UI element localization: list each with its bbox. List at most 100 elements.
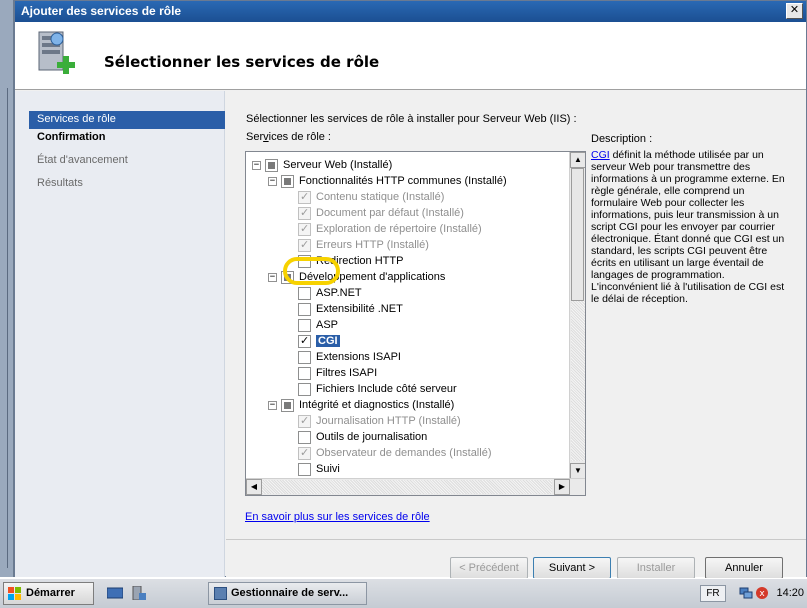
service-checkbox[interactable]: [298, 350, 311, 364]
task-label: Gestionnaire de serv...: [231, 587, 349, 599]
cancel-button[interactable]: Annuler: [705, 557, 783, 579]
tree-item[interactable]: CGI: [298, 333, 340, 349]
tree-item[interactable]: Outils de journalisation: [298, 429, 427, 445]
security-alert-icon[interactable]: x: [755, 586, 769, 600]
scroll-thumb[interactable]: [571, 168, 584, 301]
footer-separator: [226, 539, 806, 540]
nav-item-confirmation[interactable]: Confirmation: [15, 129, 225, 147]
service-checkbox[interactable]: [298, 382, 311, 396]
collapse-toggle[interactable]: −: [268, 400, 277, 410]
tree-item-label: CGI: [316, 335, 340, 347]
show-desktop-icon[interactable]: [107, 586, 123, 600]
scroll-up-button[interactable]: ▲: [570, 152, 585, 168]
desktop-strip: [0, 0, 14, 577]
tree-item-label: Outils de journalisation: [316, 431, 428, 443]
service-checkbox[interactable]: [298, 254, 311, 268]
collapse-toggle[interactable]: −: [252, 160, 261, 170]
tree-item[interactable]: Contenu statique (Installé): [298, 189, 444, 205]
start-button[interactable]: Démarrer: [3, 582, 94, 605]
service-checkbox[interactable]: [281, 270, 294, 284]
service-checkbox[interactable]: [298, 286, 311, 300]
scroll-right-button[interactable]: ▶: [554, 479, 570, 495]
wizard-steps-nav: Services de rôle Confirmation État d'ava…: [15, 91, 225, 577]
service-checkbox: [298, 446, 311, 460]
tree-item-label: Extensions ISAPI: [316, 351, 401, 363]
intro-text: Sélectionner les services de rôle à inst…: [246, 113, 577, 125]
nav-item-services[interactable]: Services de rôle: [29, 111, 225, 129]
tree-item-label: Journalisation HTTP (Installé): [316, 415, 461, 427]
hscroll-thumb[interactable]: [262, 480, 552, 494]
service-checkbox[interactable]: [281, 174, 294, 188]
next-button[interactable]: Suivant >: [533, 557, 611, 579]
window-titlebar[interactable]: Ajouter des services de rôle ✕: [15, 1, 806, 22]
tree-item-label: Fonctionnalités HTTP communes (Installé): [299, 175, 507, 187]
tree-item-label: Extensibilité .NET: [316, 303, 403, 315]
service-checkbox[interactable]: [281, 398, 294, 412]
tree-item[interactable]: − Fonctionnalités HTTP communes (Installé…: [268, 173, 507, 189]
services-label: Services de rôle :: [246, 131, 331, 143]
taskbar-server-manager[interactable]: Gestionnaire de serv...: [208, 582, 367, 605]
vertical-scrollbar[interactable]: ▲ ▼: [569, 152, 585, 479]
service-checkbox[interactable]: [265, 158, 278, 172]
window-title: Ajouter des services de rôle: [21, 4, 182, 18]
server-manager-icon: [214, 587, 227, 600]
service-checkbox[interactable]: [298, 302, 311, 316]
learn-more-link[interactable]: En savoir plus sur les services de rôle: [245, 511, 430, 523]
page-title: Sélectionner les services de rôle: [104, 53, 380, 71]
server-add-icon: [38, 31, 75, 74]
tree-item[interactable]: Exploration de répertoire (Installé): [298, 221, 482, 237]
tree-item[interactable]: − Serveur Web (Installé): [252, 157, 392, 173]
windows-flag-icon: [8, 587, 21, 600]
service-checkbox[interactable]: [298, 318, 311, 332]
service-checkbox[interactable]: [298, 462, 311, 476]
tree-item[interactable]: Filtres ISAPI: [298, 365, 377, 381]
description-text: CGI définit la méthode utilisée par un s…: [591, 149, 785, 305]
service-checkbox[interactable]: [298, 334, 311, 348]
install-button[interactable]: Installer: [617, 557, 695, 579]
scroll-down-button[interactable]: ▼: [570, 463, 585, 479]
tree-item[interactable]: Erreurs HTTP (Installé): [298, 237, 429, 253]
tree-item-label: Observateur de demandes (Installé): [316, 447, 492, 459]
scroll-left-button[interactable]: ◀: [246, 479, 262, 495]
previous-button[interactable]: < Précédent: [450, 557, 528, 579]
tree-item[interactable]: − Développement d'applications: [268, 269, 445, 285]
service-checkbox: [298, 190, 311, 204]
taskbar: Démarrer Gestionnaire de serv... FR x 14…: [0, 578, 807, 608]
tree-item[interactable]: Redirection HTTP: [298, 253, 403, 269]
service-checkbox: [298, 414, 311, 428]
description-title: Description :: [591, 133, 653, 145]
tree-item-label: Contenu statique (Installé): [316, 191, 445, 203]
tree-item[interactable]: Journalisation HTTP (Installé): [298, 413, 461, 429]
service-checkbox: [298, 238, 311, 252]
language-indicator[interactable]: FR: [700, 585, 726, 602]
tree-item[interactable]: − Intégrité et diagnostics (Installé): [268, 397, 454, 413]
clock: 14:20: [776, 587, 804, 599]
service-checkbox: [298, 222, 311, 236]
cgi-link[interactable]: CGI: [591, 149, 610, 161]
horizontal-scrollbar[interactable]: ◀ ▶: [246, 478, 585, 495]
main-content: Sélectionner les services de rôle à inst…: [226, 91, 806, 579]
service-checkbox[interactable]: [298, 430, 311, 444]
server-manager-quicklaunch-icon[interactable]: [130, 586, 146, 600]
tree-item-label: Exploration de répertoire (Installé): [316, 223, 482, 235]
tree-item[interactable]: Fichiers Include côté serveur: [298, 381, 457, 397]
svg-text:x: x: [759, 589, 765, 599]
tree-item-label: Suivi: [316, 463, 340, 475]
collapse-toggle[interactable]: −: [268, 176, 277, 186]
tree-item[interactable]: ASP: [298, 317, 338, 333]
service-checkbox: [298, 206, 311, 220]
collapse-toggle[interactable]: −: [268, 272, 277, 282]
tree-item[interactable]: ASP.NET: [298, 285, 362, 301]
tree-item-label: Intégrité et diagnostics (Installé): [299, 399, 455, 411]
close-button[interactable]: ✕: [786, 3, 803, 19]
start-label: Démarrer: [26, 587, 75, 599]
tree-item[interactable]: Observateur de demandes (Installé): [298, 445, 491, 461]
tree-item-label: Document par défaut (Installé): [316, 207, 464, 219]
tree-item[interactable]: Suivi: [298, 461, 340, 477]
network-icon[interactable]: [739, 586, 753, 600]
service-checkbox[interactable]: [298, 366, 311, 380]
tree-item[interactable]: Extensions ISAPI: [298, 349, 401, 365]
role-services-tree[interactable]: Journalisation personnaliséeSuiviObserva…: [245, 151, 586, 496]
tree-item[interactable]: Document par défaut (Installé): [298, 205, 464, 221]
tree-item[interactable]: Extensibilité .NET: [298, 301, 403, 317]
